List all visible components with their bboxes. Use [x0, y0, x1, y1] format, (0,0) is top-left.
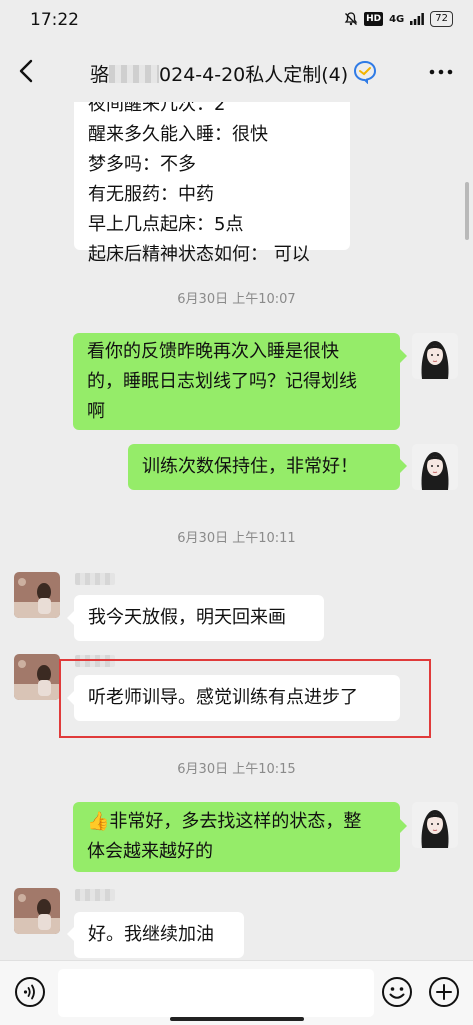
message-line: 的，睡眠日志划线了吗？记得划线: [87, 371, 357, 392]
sender-name-redacted: [75, 573, 115, 585]
thumbs-up-emoji: 👍: [87, 811, 110, 832]
incoming-message-bubble[interactable]: 好。我继续加油: [74, 912, 244, 958]
battery-indicator: 72: [430, 11, 453, 27]
message-line: 👍非常好，多去找这样的状态，整: [87, 807, 386, 837]
incoming-message-bubble[interactable]: 我今天放假，明天回来画: [74, 595, 324, 641]
message-line-text: 非常好，多去找这样的状态，整: [109, 811, 362, 832]
message-text: 好。我继续加油: [88, 924, 214, 945]
message-line: 醒来多久能入睡：很快: [88, 124, 268, 145]
avatar-image: [412, 802, 458, 848]
redacted-name: [109, 65, 160, 83]
message-list[interactable]: 夜间醒来几次：2 醒来多久能入睡：很快 梦多吗：不多 有无服药：中药 早上几点起…: [0, 102, 473, 960]
message-line: 起床后精神状态如何： 可以: [88, 244, 310, 265]
sender-name-redacted: [75, 889, 115, 901]
avatar[interactable]: [412, 802, 458, 848]
input-bar: [0, 960, 473, 1025]
avatar-image: [412, 333, 458, 379]
timestamp: 6月30日 上午10:15: [177, 762, 296, 777]
incoming-message-bubble[interactable]: 夜间醒来几次：2 醒来多久能入睡：很快 梦多吗：不多 有无服药：中药 早上几点起…: [74, 102, 350, 265]
avatar[interactable]: [14, 888, 60, 934]
signal-icon: [410, 13, 425, 25]
scrollbar[interactable]: [465, 182, 469, 240]
status-time: 17:22: [30, 10, 79, 30]
timestamp: 6月30日 上午10:11: [177, 531, 296, 546]
message-text: 训练次数保持住，非常好！: [142, 456, 358, 477]
plus-icon[interactable]: [428, 976, 460, 1008]
hd-badge: HD: [364, 12, 384, 26]
message-line: 早上几点起床：5点: [88, 214, 244, 235]
avatar[interactable]: [412, 444, 458, 490]
home-indicator[interactable]: [170, 1017, 304, 1021]
bubble-tail: [400, 819, 407, 833]
voice-icon[interactable]: [14, 976, 46, 1008]
message-input[interactable]: [58, 969, 374, 1017]
message-line: 体会越来越好的: [87, 841, 213, 862]
outgoing-message-bubble[interactable]: 看你的反馈昨晚再次入睡是很快 的，睡眠日志划线了吗？记得划线 啊: [73, 333, 400, 430]
status-bar: 17:22 HD 4G 72: [0, 0, 473, 40]
chat-title-suffix: 024-4-20私人定制(4): [159, 64, 349, 86]
avatar-image: [14, 654, 60, 700]
bubble-tail: [67, 611, 74, 625]
bubble-tail: [67, 927, 74, 941]
back-icon[interactable]: [16, 58, 38, 84]
message-line: 梦多吗：不多: [88, 154, 196, 175]
avatar-image: [14, 572, 60, 618]
message-text: 我今天放假，明天回来画: [88, 607, 286, 628]
avatar[interactable]: [412, 333, 458, 379]
bubble-tail: [400, 459, 407, 473]
more-icon[interactable]: [427, 62, 455, 82]
emoji-icon[interactable]: [381, 976, 413, 1008]
avatar-image: [14, 888, 60, 934]
bubble-tail: [400, 349, 407, 363]
outgoing-message-bubble[interactable]: 👍非常好，多去找这样的状态，整 体会越来越好的: [73, 802, 400, 872]
avatar[interactable]: [14, 654, 60, 700]
highlight-box: [59, 659, 431, 738]
avatar-image: [412, 444, 458, 490]
message-line: 夜间醒来几次：2: [88, 102, 226, 115]
chat-title: 骆 024-4-20私人定制(4): [90, 60, 348, 87]
enterprise-badge-icon: [353, 60, 377, 84]
chat-header: 骆 024-4-20私人定制(4): [0, 40, 473, 102]
mute-bell-icon: [344, 12, 358, 26]
network-indicator: 4G: [389, 13, 405, 25]
message-line: 啊: [87, 401, 105, 422]
timestamp: 6月30日 上午10:07: [177, 292, 296, 307]
chat-title-prefix: 骆: [90, 64, 110, 86]
outgoing-message-bubble[interactable]: 训练次数保持住，非常好！: [128, 444, 400, 490]
status-icons: HD 4G 72: [344, 11, 453, 27]
message-line: 有无服药：中药: [88, 184, 214, 205]
message-line: 看你的反馈昨晚再次入睡是很快: [87, 341, 339, 362]
avatar[interactable]: [14, 572, 60, 618]
